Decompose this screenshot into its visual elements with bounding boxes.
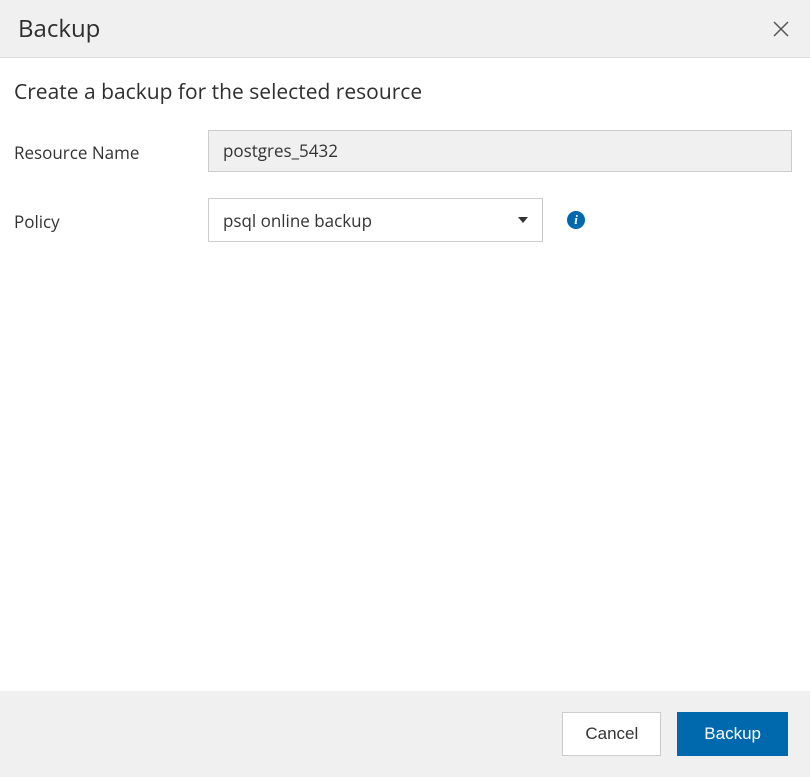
policy-select-wrapper: psql online backup i [208, 198, 585, 242]
dialog-body: Create a backup for the selected resourc… [0, 58, 810, 691]
policy-selected-value: psql online backup [223, 209, 372, 232]
resource-name-row: Resource Name postgres_5432 [14, 130, 796, 172]
dialog-header: Backup [0, 0, 810, 58]
dialog-title: Backup [18, 12, 100, 45]
resource-name-field: postgres_5432 [208, 130, 792, 172]
policy-row: Policy psql online backup i [14, 198, 796, 242]
info-icon[interactable]: i [567, 211, 585, 229]
backup-button[interactable]: Backup [677, 712, 788, 756]
dialog-footer: Cancel Backup [0, 691, 810, 777]
resource-name-label: Resource Name [14, 139, 208, 164]
dialog-subtitle: Create a backup for the selected resourc… [14, 78, 796, 106]
policy-label: Policy [14, 208, 208, 233]
cancel-button[interactable]: Cancel [562, 712, 661, 756]
policy-select[interactable]: psql online backup [208, 198, 543, 242]
close-icon[interactable] [770, 18, 792, 40]
chevron-down-icon [518, 217, 528, 223]
